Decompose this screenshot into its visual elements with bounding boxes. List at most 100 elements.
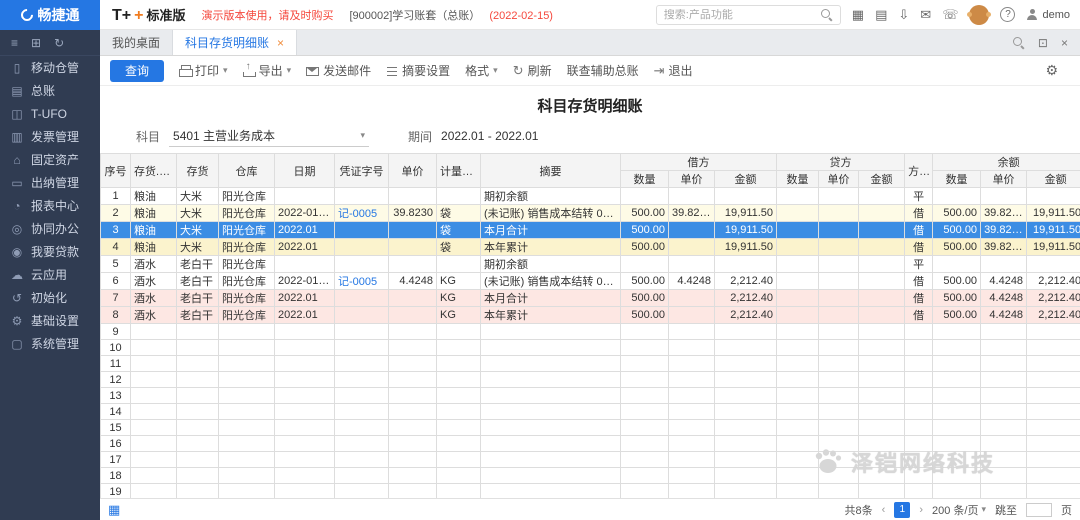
sidebar-item-label: 云应用 (31, 266, 67, 283)
send-mail-button[interactable]: 发送邮件 (306, 62, 371, 79)
grid-view-icon[interactable]: ▦ (108, 502, 120, 518)
table-row[interactable]: 1粮油大米阳光仓库期初余额平 (101, 188, 1080, 205)
account-name: [900002]学习账套（总账） (349, 10, 480, 22)
col-warehouse: 仓库 (219, 154, 275, 188)
sidebar-item-system-management[interactable]: ▢系统管理 (0, 332, 100, 355)
exit-button[interactable]: ⇥退出 (654, 62, 693, 79)
sidebar-item-initialization[interactable]: ↺初始化 (0, 286, 100, 309)
credit-qty: 数量 (777, 171, 819, 188)
help-icon[interactable]: ? (1000, 7, 1015, 22)
product-search[interactable] (656, 5, 841, 25)
col-date: 日期 (275, 154, 335, 188)
tab-inactive[interactable]: 我的桌面 (100, 30, 173, 55)
sidebar-item-cashier-management[interactable]: ▭出纳管理 (0, 171, 100, 194)
period-label: 期间 (408, 128, 432, 145)
current-page-button[interactable]: 1 (894, 502, 910, 518)
header-actions: ▦ ▤ ⇩ ✉ ☏ ? demo (656, 5, 1080, 25)
apps-grid-icon[interactable]: ⊞ (31, 36, 41, 50)
doc-list-icon[interactable]: ▤ (875, 8, 887, 21)
sidebar-item-label: 出纳管理 (31, 174, 79, 191)
voucher-link[interactable]: 记-0005 (338, 276, 377, 288)
search-input[interactable] (664, 9, 815, 21)
table-row-empty[interactable]: 15 (101, 420, 1080, 436)
basic-settings-icon: ⚙ (10, 314, 24, 328)
table-row[interactable]: 3粮油大米阳光仓库2022.01袋本月合计500.0019,911.50借500… (101, 222, 1080, 239)
apps-icon[interactable]: ▦ (852, 8, 864, 21)
sidebar: ≡ ⊞ ↻ ▯移动仓管▤总账◫T-UFO▥发票管理⌂固定资产▭出纳管理 ◔ 报表中心 ◎协… (0, 30, 100, 520)
close-icon[interactable]: × (277, 36, 284, 50)
user-menu[interactable]: demo (1026, 9, 1070, 21)
table-row-empty[interactable]: 18 (101, 468, 1080, 484)
format-button[interactable]: 格式▾ (465, 62, 498, 79)
monkey-avatar[interactable] (969, 5, 989, 25)
table-row-empty[interactable]: 17 (101, 452, 1080, 468)
menu-icon[interactable]: ≡ (11, 36, 18, 50)
sidebar-item-general-ledger[interactable]: ▤总账 (0, 79, 100, 102)
sidebar-item-fixed-assets[interactable]: ⌂固定资产 (0, 148, 100, 171)
table-row-empty[interactable]: 10 (101, 340, 1080, 356)
sidebar-icon-row: ≡ ⊞ ↻ (0, 30, 100, 56)
sidebar-item-report-center[interactable]: ◔ 报表中心 (0, 194, 100, 217)
tab-label: 科目存货明细账 (185, 34, 269, 51)
chevron-down-icon: ▾ (493, 65, 498, 76)
settings-gear-icon[interactable]: ⚙ (1045, 62, 1070, 79)
table-row-empty[interactable]: 14 (101, 404, 1080, 420)
cloud-apps-icon: ☁ (10, 268, 24, 282)
table-row[interactable]: 4粮油大米阳光仓库2022.01袋本年累计500.0019,911.50借500… (101, 239, 1080, 256)
main-area: 我的桌面科目存货明细账 × ⊡ × 查询打印▾ 导出▾ 发送邮件摘要设置格式▾ ↻刷新联查… (100, 30, 1080, 520)
sidebar-item-loan[interactable]: ◉我要贷款 (0, 240, 100, 263)
report-center-icon: ◔ (10, 199, 24, 213)
table-row[interactable]: 8酒水老白干阳光仓库2022.01KG本年累计500.002,212.40借50… (101, 307, 1080, 324)
page-size-select[interactable]: 200 条/页 ▾ (932, 502, 986, 518)
linked-aux-ledger-button[interactable]: 联查辅助总账 (567, 62, 639, 79)
table-row-empty[interactable]: 13 (101, 388, 1080, 404)
next-page-icon[interactable]: › (919, 504, 923, 516)
table-row[interactable]: 2粮油大米阳光仓库2022-01-31记-000539.8230袋(未记账) 销… (101, 205, 1080, 222)
brand-logo[interactable]: 畅捷通 (0, 0, 100, 30)
sidebar-item-mobile-warehouse[interactable]: ▯移动仓管 (0, 56, 100, 79)
balance-qty: 数量 (933, 171, 981, 188)
subject-select[interactable]: 5401 主营业务成本 ▾ (169, 125, 369, 147)
sidebar-item-t-ufo[interactable]: ◫T-UFO (0, 102, 100, 125)
table-row-empty[interactable]: 11 (101, 356, 1080, 372)
table-row-empty[interactable]: 9 (101, 324, 1080, 340)
download-icon[interactable]: ⇩ (898, 8, 909, 21)
search-icon[interactable] (821, 9, 833, 21)
product-edition: 标准版 (146, 5, 185, 24)
prev-page-icon[interactable]: ‹ (882, 504, 886, 516)
fullscreen-icon[interactable]: ⊡ (1038, 36, 1048, 50)
table-row[interactable]: 5酒水老白干阳光仓库期初余额平 (101, 256, 1080, 273)
print-button[interactable]: 打印▾ (179, 62, 228, 79)
pagination-bar: ▦ 共8条 ‹ 1 › 200 条/页 ▾ 跳至 页 (100, 498, 1080, 520)
table-row-empty[interactable]: 12 (101, 372, 1080, 388)
debit-price: 单价 (669, 171, 715, 188)
sidebar-item-label: 协同办公 (31, 220, 79, 237)
account-date: (2022-02-15) (489, 10, 553, 22)
sidebar-item-label: 报表中心 (31, 197, 79, 214)
table-row-empty[interactable]: 16 (101, 436, 1080, 452)
sidebar-item-cloud-apps[interactable]: ☁ 云应用 (0, 263, 100, 286)
sidebar-item-invoice-management[interactable]: ▥发票管理 (0, 125, 100, 148)
chevron-down-icon: ▾ (360, 130, 365, 141)
search-icon[interactable] (1013, 37, 1025, 49)
phone-icon[interactable]: ☏ (942, 8, 958, 21)
table-row[interactable]: 7酒水老白干阳光仓库2022.01KG本月合计500.002,212.40借50… (101, 290, 1080, 307)
group-debit: 借方 (621, 154, 777, 171)
subject-value: 5401 主营业务成本 (173, 127, 275, 144)
printer-icon (179, 65, 191, 77)
toolbar-label: 退出 (669, 62, 693, 79)
refresh-button[interactable]: ↻刷新 (513, 62, 552, 79)
message-icon[interactable]: ✉ (920, 8, 931, 21)
tab-active[interactable]: 科目存货明细账 × (173, 30, 297, 55)
sidebar-item-collaboration-office[interactable]: ◎协同办公 (0, 217, 100, 240)
jump-page-input[interactable] (1026, 503, 1052, 517)
table-row[interactable]: 6酒水老白干阳光仓库2022-01-31记-00054.4248KG(未记账) … (101, 273, 1080, 290)
summary-settings-button[interactable]: 摘要设置 (386, 62, 450, 79)
query-button[interactable]: 查询 (110, 60, 164, 82)
export-button[interactable]: 导出▾ (243, 62, 292, 79)
sidebar-item-label: 我要贷款 (31, 243, 79, 260)
history-icon[interactable]: ↻ (54, 36, 64, 50)
sidebar-item-basic-settings[interactable]: ⚙基础设置 (0, 309, 100, 332)
close-icon[interactable]: × (1061, 36, 1068, 50)
voucher-link[interactable]: 记-0005 (338, 208, 377, 220)
